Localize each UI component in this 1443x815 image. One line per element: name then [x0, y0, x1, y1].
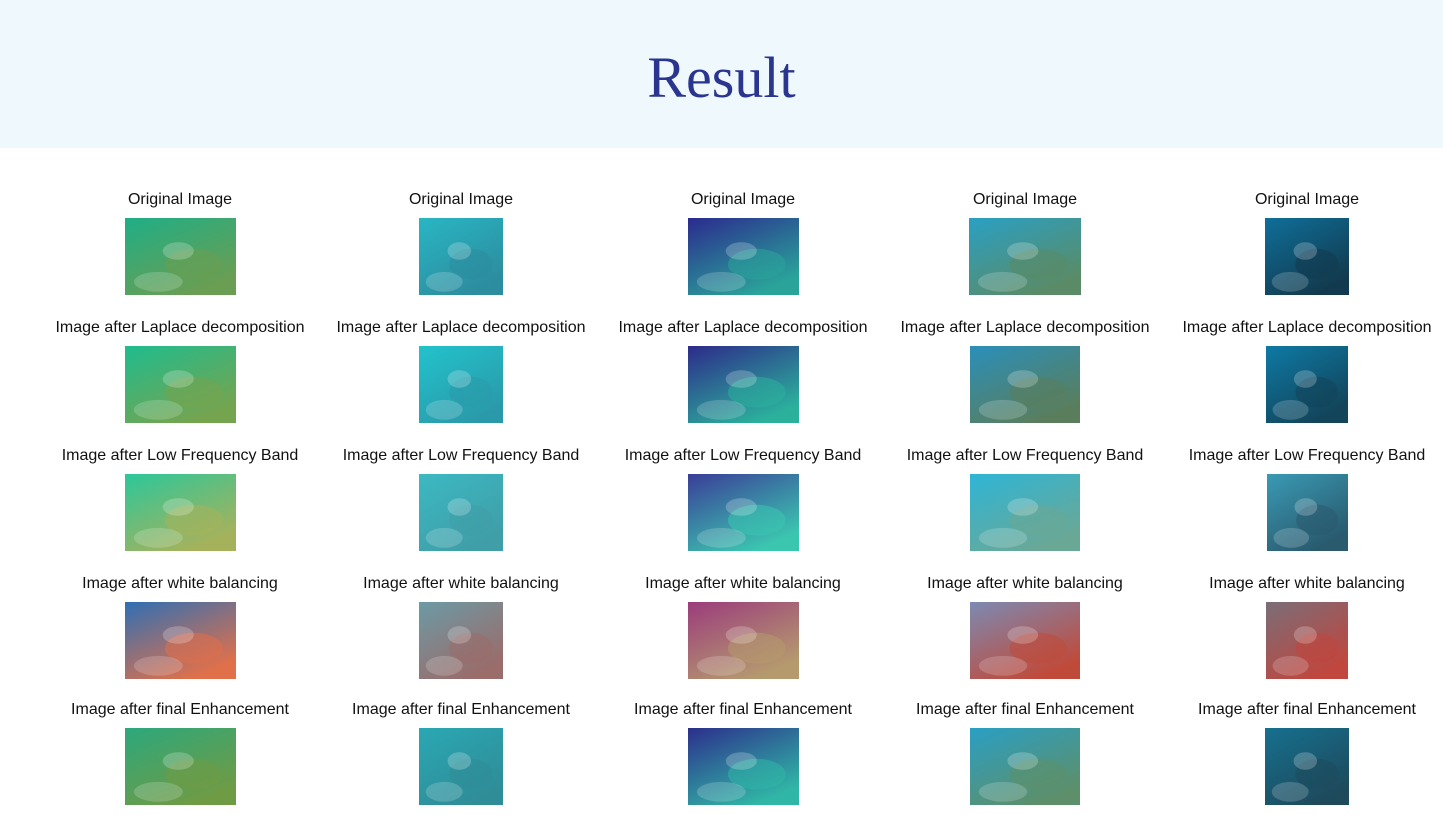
- stage-caption: Image after final Enhancement: [352, 701, 570, 718]
- stage-caption: Original Image: [690, 191, 796, 208]
- result-image: [1265, 728, 1349, 805]
- stage-caption: Image after Laplace decomposition: [1182, 319, 1432, 336]
- result-image: [124, 728, 236, 805]
- result-column-coral-scene: Original Image Image after Laplace decomp…: [320, 0, 602, 815]
- stage-caption: Original Image: [408, 191, 514, 208]
- result-image: [124, 218, 236, 295]
- stage-caption: Image after white balancing: [1209, 575, 1405, 592]
- result-image: [970, 346, 1080, 423]
- result-column-ray-scene: Original Image Image after Laplace decomp…: [602, 0, 884, 815]
- stage-caption: Image after Laplace decomposition: [900, 319, 1150, 336]
- result-image: [687, 602, 799, 679]
- stage-caption: Image after Low Frequency Band: [1188, 447, 1426, 464]
- stage-caption: Image after final Enhancement: [1198, 701, 1416, 718]
- result-column-reef-scene: Original Image Image after Laplace decomp…: [39, 0, 321, 815]
- result-image: [1266, 346, 1348, 423]
- result-image: [419, 218, 503, 295]
- result-image: [970, 474, 1080, 551]
- result-image: [687, 728, 799, 805]
- stage-caption: Image after Laplace decomposition: [55, 319, 305, 336]
- result-image: [1266, 474, 1348, 551]
- result-image: [687, 346, 799, 423]
- result-image: [419, 346, 503, 423]
- stage-caption: Image after Low Frequency Band: [906, 447, 1144, 464]
- stage-caption: Image after Laplace decomposition: [336, 319, 586, 336]
- stage-caption: Image after white balancing: [363, 575, 559, 592]
- result-image: [419, 474, 503, 551]
- result-image: [969, 218, 1081, 295]
- stage-caption: Image after final Enhancement: [634, 701, 852, 718]
- result-image: [1266, 602, 1348, 679]
- stage-caption: Original Image: [127, 191, 233, 208]
- stage-caption: Image after Laplace decomposition: [618, 319, 868, 336]
- result-image: [124, 474, 236, 551]
- result-image: [970, 728, 1080, 805]
- result-image: [687, 474, 799, 551]
- result-image: [970, 602, 1080, 679]
- stage-caption: Image after white balancing: [927, 575, 1123, 592]
- result-image: [419, 602, 503, 679]
- stage-caption: Image after Low Frequency Band: [342, 447, 580, 464]
- stage-caption: Image after Low Frequency Band: [61, 447, 299, 464]
- result-image: [124, 346, 236, 423]
- stage-caption: Image after white balancing: [82, 575, 278, 592]
- result-column-shark-scene: Original Image Image after Laplace decomp…: [884, 0, 1166, 815]
- result-image: [687, 218, 799, 295]
- result-image: [1265, 218, 1349, 295]
- stage-caption: Image after Low Frequency Band: [624, 447, 862, 464]
- stage-caption: Original Image: [1254, 191, 1360, 208]
- stage-caption: Image after final Enhancement: [916, 701, 1134, 718]
- stage-caption: Image after final Enhancement: [71, 701, 289, 718]
- result-image: [124, 602, 236, 679]
- result-image: [419, 728, 503, 805]
- stage-caption: Image after white balancing: [645, 575, 841, 592]
- stage-caption: Original Image: [972, 191, 1078, 208]
- result-column-diver-scene: Original Image Image after Laplace decomp…: [1166, 0, 1443, 815]
